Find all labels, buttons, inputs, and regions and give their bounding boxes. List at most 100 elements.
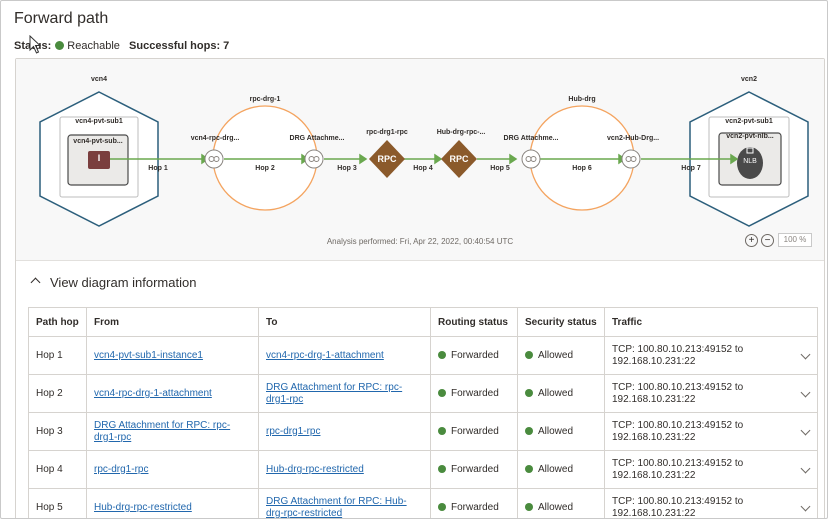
security-status: Allowed [538,387,574,399]
chevron-up-icon [30,277,41,288]
col-security-status: Security status [517,307,605,337]
att3-label: DRG Attachme... [503,135,559,142]
security-cell: Allowed [517,374,605,413]
zoom-out-button[interactable]: − [761,234,774,247]
rpc-drg-1-label: rpc-drg-1 [249,96,281,103]
table-row[interactable]: Hop 3 DRG Attachment for RPC: rpc-drg1-rp… [28,412,818,451]
security-cell: Allowed [517,412,605,451]
from-link[interactable]: DRG Attachment for RPC: rpc-drg1-rpc [94,420,230,443]
rpc-glyph-1: RPC [377,154,397,164]
security-status-dot-icon [525,388,533,397]
to-link[interactable]: vcn4-rpc-drg-1-attachment [266,350,384,361]
col-from: From [86,307,259,337]
to-link[interactable]: Hub-drg-rpc-restricted [266,464,364,475]
hop2-label: Hop 2 [255,165,275,172]
security-cell: Allowed [517,488,605,518]
routing-cell: Forwarded [430,450,518,489]
diagram-panel: vcn4 vcn4-pvt-sub1 vcn4-pvt-sub... I rpc… [15,58,825,519]
from-cell: Hub-drg-rpc-restricted [86,488,259,518]
from-link[interactable]: vcn4-pvt-sub1-instance1 [94,350,203,361]
hop-cell: Hop 5 [28,488,87,518]
col-traffic: Traffic [604,307,818,337]
vcn2-nlb-label: vcn2-pvt-nlb... [726,133,774,140]
network-diagram[interactable]: vcn4 vcn4-pvt-sub1 vcn4-pvt-sub... I rpc… [16,59,824,261]
traffic-cell: TCP: 100.80.10.213:49152 to 192.168.10.2… [604,412,793,451]
att4-label: vcn2-Hub-Drg... [606,135,660,142]
traffic-cell: TCP: 100.80.10.213:49152 to 192.168.10.2… [604,450,793,489]
view-diagram-info-toggle[interactable]: View diagram information [30,275,196,290]
vcn2-label: vcn2 [741,76,757,83]
hop1-label: Hop 1 [148,165,168,172]
routing-cell: Forwarded [430,488,518,518]
table-row[interactable]: Hop 1 vcn4-pvt-sub1-instance1 vcn4-rpc-drg… [28,336,818,375]
status-dot-icon [55,41,65,50]
traffic-cell: TCP: 100.80.10.213:49152 to 192.168.10.2… [604,336,793,375]
security-cell: Allowed [517,450,605,489]
to-link[interactable]: rpc-drg1-rpc [266,426,320,437]
security-status: Allowed [538,349,574,361]
rpc2-label: Hub-drg-rpc-... [436,129,486,136]
hop5-label: Hop 5 [490,165,510,172]
traffic-cell: TCP: 100.80.10.213:49152 to 192.168.10.2… [604,488,793,518]
hop3-label: Hop 3 [337,165,357,172]
hop-cell: Hop 2 [28,374,87,413]
hop4-label: Hop 4 [413,165,433,172]
from-link[interactable]: vcn4-rpc-drg-1-attachment [94,388,212,399]
zoom-level: 100 % [778,233,812,247]
expand-row-button[interactable] [793,336,818,375]
security-status: Allowed [538,463,574,475]
hub-drg-label: Hub-drg [568,96,596,103]
instance-glyph: I [97,153,101,163]
forward-path-window: Forward path Status:Reachable Successful… [0,0,828,519]
from-link[interactable]: rpc-drg1-rpc [94,464,148,475]
mouse-cursor-icon [29,35,42,54]
page-title: Forward path [14,10,109,27]
att1-label: vcn4-rpc-drg... [190,135,240,142]
security-status-dot-icon [525,426,533,435]
from-cell: vcn4-rpc-drg-1-attachment [86,374,259,413]
table-row[interactable]: Hop 4 rpc-drg1-rpc Hub-drg-rpc-restricted F… [28,450,818,489]
routing-cell: Forwarded [430,412,518,451]
routing-status-dot-icon [438,426,446,435]
table-row[interactable]: Hop 2 vcn4-rpc-drg-1-attachment DRG Attach… [28,374,818,413]
chevron-down-icon [800,349,810,359]
to-cell: rpc-drg1-rpc [258,412,431,451]
routing-status: Forwarded [451,501,499,513]
routing-status: Forwarded [451,349,499,361]
routing-status: Forwarded [451,387,499,399]
table-header-row: Path hop From To Routing status Security… [28,307,818,337]
chevron-down-icon [800,387,810,397]
col-path-hop: Path hop [28,307,87,337]
routing-status: Forwarded [451,463,499,475]
chevron-down-icon [800,501,810,511]
chevron-down-icon [800,425,810,435]
from-cell: rpc-drg1-rpc [86,450,259,489]
nlb-glyph: NLB [743,158,757,165]
expand-row-button[interactable] [793,488,818,518]
security-status-dot-icon [525,350,533,359]
vcn2-subnet-label: vcn2-pvt-sub1 [725,118,773,125]
table-row[interactable]: Hop 5 Hub-drg-rpc-restricted DRG Attachmen… [28,488,818,519]
expand-row-button[interactable] [793,412,818,451]
expand-row-button[interactable] [793,374,818,413]
analysis-timestamp: Analysis performed: Fri, Apr 22, 2022, 0… [326,237,514,246]
from-cell: vcn4-pvt-sub1-instance1 [86,336,259,375]
col-routing-status: Routing status [430,307,518,337]
routing-status-dot-icon [438,388,446,397]
to-cell: Hub-drg-rpc-restricted [258,450,431,489]
to-link[interactable]: DRG Attachment for RPC: rpc-drg1-rpc [266,382,402,405]
zoom-in-button[interactable]: + [745,234,758,247]
from-link[interactable]: Hub-drg-rpc-restricted [94,502,192,513]
vcn4-instance-label: vcn4-pvt-sub... [73,138,123,145]
diagram-canvas [39,91,809,227]
security-cell: Allowed [517,336,605,375]
routing-cell: Forwarded [430,374,518,413]
status-line: Status:Reachable Successful hops: 7 [14,40,229,52]
expand-row-button[interactable] [793,450,818,489]
vcn4-label: vcn4 [91,76,107,83]
to-link[interactable]: DRG Attachment for RPC: Hub-drg-rpc-rest… [266,496,407,519]
traffic-cell: TCP: 100.80.10.213:49152 to 192.168.10.2… [604,374,793,413]
rpc1-label: rpc-drg1-rpc [366,129,408,136]
chevron-down-icon [800,463,810,473]
security-status-dot-icon [525,464,533,473]
